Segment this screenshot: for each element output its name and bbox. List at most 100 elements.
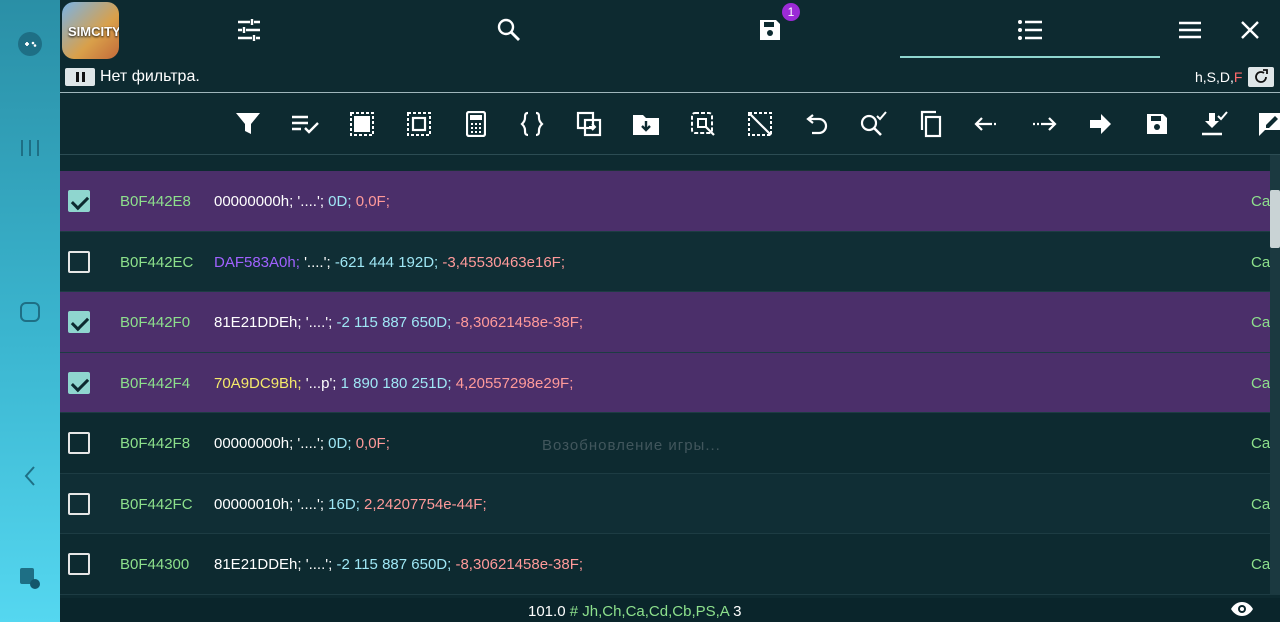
undo-icon [806, 114, 828, 135]
hex-value: 81E21DDEh; [214, 314, 302, 331]
saved-count-badge: 1 [782, 3, 800, 21]
row-checkbox[interactable] [68, 432, 90, 454]
action-toolbar [220, 104, 1280, 144]
tab-list[interactable] [900, 6, 1160, 58]
recent-apps-icon[interactable] [14, 132, 46, 164]
copy-move-icon [577, 111, 602, 137]
back-icon[interactable] [14, 460, 46, 492]
table-row[interactable]: B0F442FC 00000010h; '....'; 16D; 2,242077… [60, 473, 1271, 534]
table-row[interactable]: B0F442F4 70A9DC9Bh; '...p'; 1 890 180 251… [60, 352, 1270, 413]
select-check-button[interactable] [277, 104, 334, 144]
search-nearby-button[interactable] [845, 104, 902, 144]
close-button[interactable] [1220, 6, 1280, 54]
pause-button[interactable] [65, 68, 95, 86]
select-range-icon [406, 112, 431, 136]
row-address[interactable]: B0F442F8 [120, 435, 190, 452]
string-value: '....'; [305, 556, 333, 573]
export-button[interactable] [1186, 104, 1243, 144]
edit-comment-button[interactable] [1242, 104, 1280, 144]
row-values[interactable]: DAF583A0h; '....'; -621 444 192D; -3,455… [214, 254, 565, 271]
string-value: '...p'; [305, 374, 337, 392]
table-row[interactable]: B0F442E8 00000000h; '....'; 0D; 0,0F; Ca [60, 171, 1270, 232]
arrow-right-bold-icon [1090, 114, 1112, 134]
float-value: -8,30621458e-38F; [455, 556, 584, 573]
region-type: Ca [1251, 193, 1271, 210]
script-button[interactable] [504, 104, 561, 144]
scrollbar-thumb[interactable] [1270, 190, 1280, 248]
row-checkbox[interactable] [68, 492, 90, 515]
row-address[interactable]: B0F442EC [120, 254, 193, 271]
float-value: 0,0F; [355, 435, 390, 452]
row-checkbox[interactable] [68, 250, 90, 273]
copy-button[interactable] [902, 104, 959, 144]
screenshot-tool-icon[interactable] [14, 562, 46, 594]
row-values[interactable]: 81E21DDEh; '....'; -2 115 887 650D; -8,3… [214, 314, 583, 331]
value-types[interactable]: h,S,D,F [1195, 69, 1242, 85]
dword-value: -2 115 887 650D; [336, 556, 452, 573]
deselect-button[interactable] [731, 104, 788, 144]
gamepad-icon[interactable] [14, 28, 46, 60]
refresh-button[interactable] [1248, 67, 1274, 87]
table-row[interactable]: B0F442F0 81E21DDEh; '....'; -2 115 887 65… [60, 292, 1270, 353]
offset-back-button[interactable] [958, 104, 1015, 144]
undo-button[interactable] [788, 104, 845, 144]
float-value: -8,30621458e-38F; [455, 314, 584, 331]
calculator-button[interactable] [447, 104, 504, 144]
table-row[interactable]: B0F442EC DAF583A0h; '....'; -621 444 192D… [60, 231, 1270, 292]
tab-settings[interactable] [219, 6, 279, 54]
hex-value: 00000000h; [214, 193, 294, 210]
row-address[interactable]: B0F442F0 [120, 314, 190, 331]
row-values[interactable]: 81E21DDEh; '....'; -2 115 887 650D; -8,3… [214, 556, 583, 573]
row-address[interactable]: B0F442E8 [120, 193, 191, 210]
table-row[interactable]: B0F44300 81E21DDEh; '....'; -2 115 887 65… [60, 534, 1270, 595]
row-address[interactable]: B0F442FC [120, 496, 193, 513]
pause-icon [75, 72, 79, 82]
pointer-button[interactable] [674, 104, 731, 144]
row-checkbox[interactable] [68, 190, 90, 212]
goto-button[interactable] [1072, 104, 1129, 144]
home-icon[interactable] [14, 296, 46, 328]
select-range-button[interactable] [390, 104, 447, 144]
memory-regions[interactable]: Jh,Ch,Ca,Cd,Cb,PS,A [582, 603, 729, 620]
hex-value: 70A9DC9Bh; [214, 374, 302, 392]
row-address[interactable]: B0F442F4 [120, 375, 190, 392]
top-tab-bar: SIMCITY 1 [60, 0, 1280, 62]
select-all-button[interactable] [334, 104, 391, 144]
hex-value: 00000010h; [214, 495, 294, 513]
menu-button[interactable] [1160, 6, 1220, 54]
version-text: 101.0 [528, 603, 566, 620]
playlist-check-icon [292, 115, 320, 134]
app-icon[interactable]: SIMCITY [62, 2, 119, 59]
search-icon [497, 18, 520, 41]
hex-value: 00000000h; [214, 435, 294, 452]
copy-offset-button[interactable] [561, 104, 618, 144]
save-list-button[interactable] [1129, 104, 1186, 144]
row-checkbox[interactable] [68, 311, 90, 333]
float-value: -3,45530463e16F; [442, 253, 566, 271]
row-values[interactable]: 70A9DC9Bh; '...p'; 1 890 180 251D; 4,205… [214, 375, 573, 392]
system-rail [0, 0, 60, 622]
row-checkbox[interactable] [68, 553, 90, 575]
dword-value: -2 115 887 650D; [336, 314, 452, 331]
row-values[interactable]: 00000000h; '....'; 0D; 0,0F; [214, 193, 390, 210]
row-values[interactable]: 00000000h; '....'; 0D; 0,0F; [214, 435, 390, 452]
filter-button[interactable] [220, 104, 277, 144]
row-address[interactable]: B0F44300 [120, 556, 189, 573]
row-values[interactable]: 00000010h; '....'; 16D; 2,24207754e-44F; [214, 496, 487, 513]
menu-icon [1179, 21, 1201, 39]
row-checkbox[interactable] [68, 371, 90, 394]
arrow-right-dotted-icon [1032, 117, 1057, 131]
copy-icon [920, 110, 942, 138]
string-value: '....'; [297, 435, 324, 452]
divider [60, 92, 1280, 93]
tab-search[interactable] [479, 6, 539, 54]
visibility-button[interactable] [1230, 600, 1254, 620]
filter-status: Нет фильтра. [100, 68, 200, 85]
select-off-icon [747, 112, 772, 136]
table-row[interactable]: B0F442F8 00000000h; '....'; 0D; 0,0F; Ca [60, 413, 1270, 474]
search-check-icon [861, 111, 887, 136]
load-button[interactable] [618, 104, 675, 144]
download-check-icon [1201, 111, 1228, 136]
offset-forward-button[interactable] [1015, 104, 1072, 144]
region-type: Ca [1251, 495, 1271, 513]
